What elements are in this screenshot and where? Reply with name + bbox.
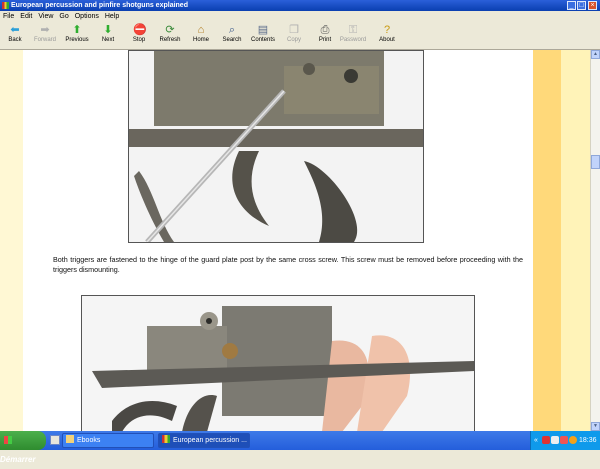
copy-label: Copy — [286, 37, 301, 43]
contents-icon: ▤ — [257, 24, 269, 36]
refresh-icon: ⟳ — [165, 24, 175, 36]
network-icon[interactable] — [551, 436, 559, 444]
start-label: Démarrer — [0, 455, 36, 464]
forward-button[interactable]: ➡ Forward — [30, 24, 60, 48]
contents-button[interactable]: ▤ Contents — [248, 24, 278, 48]
taskbar: Démarrer Ebooks European percussion ... … — [0, 431, 600, 464]
menu-file[interactable]: File — [0, 11, 17, 22]
security-alert-icon[interactable] — [560, 436, 568, 444]
system-tray: « 18:36 — [530, 431, 600, 450]
stop-label: Stop — [132, 37, 146, 43]
task-ebooks-label: Ebooks — [77, 437, 101, 444]
arrow-down-icon: ⬇ — [103, 24, 113, 36]
scroll-thumb[interactable] — [591, 155, 600, 169]
menu-edit[interactable]: Edit — [17, 11, 35, 22]
clock: 18:36 — [579, 437, 597, 444]
print-label: Print — [318, 37, 332, 43]
content-pane: Both triggers are fastened to the hinge … — [0, 50, 590, 431]
password-label: Password — [339, 37, 367, 43]
back-button[interactable]: ⬅ Back — [0, 24, 30, 48]
back-label: Back — [8, 37, 22, 43]
app-icon — [162, 435, 170, 443]
refresh-label: Refresh — [159, 37, 181, 43]
task-european-percussion[interactable]: European percussion ... — [158, 433, 250, 448]
forward-label: Forward — [33, 37, 56, 43]
previous-label: Previous — [65, 37, 89, 43]
window-title: European percussion and pinfire shotguns… — [11, 2, 188, 9]
copy-icon: ❐ — [289, 24, 299, 36]
folder-icon — [66, 435, 74, 443]
stop-button[interactable]: ⛔ Stop — [124, 24, 154, 48]
close-button[interactable]: × — [588, 1, 597, 10]
home-icon: ⌂ — [197, 24, 205, 36]
stop-icon: ⛔ — [133, 24, 147, 36]
next-label: Next — [101, 37, 115, 43]
menu-go[interactable]: Go — [56, 11, 71, 22]
print-button[interactable]: ⎙ Print — [310, 24, 340, 48]
refresh-button[interactable]: ⟳ Refresh — [155, 24, 185, 48]
about-button[interactable]: ? About — [372, 24, 402, 48]
arrow-up-icon: ⬆ — [72, 24, 82, 36]
windows-logo-icon — [4, 436, 12, 444]
previous-button[interactable]: ⬆ Previous — [62, 24, 92, 48]
window-titlebar: European percussion and pinfire shotguns… — [0, 0, 600, 11]
vertical-scrollbar[interactable]: ▲ ▼ — [590, 50, 600, 431]
antivirus-icon[interactable] — [542, 436, 550, 444]
menu-help[interactable]: Help — [102, 11, 122, 22]
update-icon[interactable] — [569, 436, 577, 444]
arrow-left-icon: ⬅ — [10, 24, 20, 36]
menu-options[interactable]: Options — [72, 11, 102, 22]
home-label: Home — [192, 37, 209, 43]
password-button[interactable]: ⚿ Password — [338, 24, 368, 48]
triggers-assembly-photo — [81, 295, 475, 431]
app-icon — [2, 2, 9, 9]
home-button[interactable]: ⌂ Home — [186, 24, 216, 48]
menu-view[interactable]: View — [35, 11, 56, 22]
page-border-stripe — [533, 50, 561, 431]
search-button[interactable]: ⌕ Search — [217, 24, 247, 48]
trigger-screw-photo — [128, 50, 424, 243]
page-body: Both triggers are fastened to the hinge … — [23, 50, 533, 431]
task-european-percussion-label: European percussion ... — [173, 437, 247, 444]
key-icon: ⚿ — [348, 24, 358, 36]
search-icon: ⌕ — [228, 24, 236, 36]
page-border-stripe-light — [561, 50, 590, 431]
task-ebooks[interactable]: Ebooks — [62, 433, 154, 448]
contents-label: Contents — [250, 37, 275, 43]
print-icon: ⎙ — [320, 24, 330, 36]
copy-button[interactable]: ❐ Copy — [279, 24, 309, 48]
start-button[interactable]: Démarrer — [0, 431, 46, 464]
tray-expand-icon[interactable]: « — [534, 431, 538, 450]
photo-caption: Both triggers are fastened to the hinge … — [53, 255, 523, 274]
search-label: Search — [222, 37, 242, 43]
help-icon: ? — [383, 24, 391, 36]
arrow-right-icon: ➡ — [40, 24, 50, 36]
about-label: About — [379, 37, 395, 43]
quick-launch-icon[interactable] — [50, 435, 60, 445]
minimize-button[interactable]: _ — [567, 1, 576, 10]
maximize-button[interactable]: □ — [577, 1, 586, 10]
toolbar: ⬅ Back ➡ Forward ⬆ Previous ⬇ Next ⛔ Sto… — [0, 22, 600, 50]
next-button[interactable]: ⬇ Next — [93, 24, 123, 48]
scroll-down-arrow-icon[interactable]: ▼ — [591, 422, 600, 431]
scroll-up-arrow-icon[interactable]: ▲ — [591, 50, 600, 59]
